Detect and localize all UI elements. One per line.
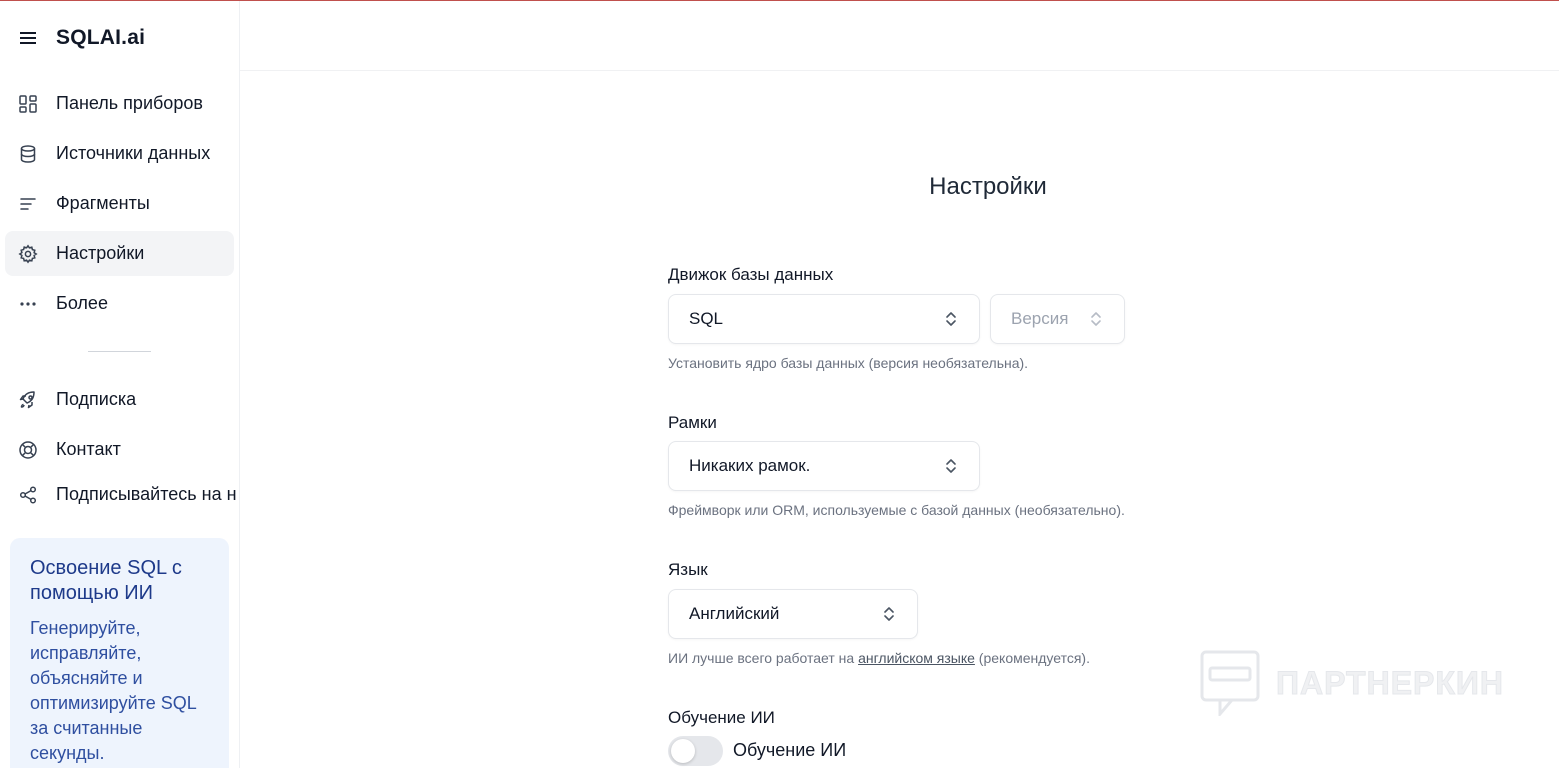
sidebar-divider <box>88 351 151 352</box>
language-hint-text: ИИ лучше всего работает на <box>668 650 859 666</box>
watermark-text: ПАРТНЕРКИН <box>1275 664 1505 701</box>
brand-title[interactable]: SQLAI.ai <box>56 26 145 50</box>
chevron-up-down-icon <box>881 604 897 624</box>
watermark: ПАРТНЕРКИН <box>1200 650 1504 716</box>
sidebar-item-more[interactable]: Более <box>5 281 234 326</box>
sidebar-item-label: Настройки <box>56 243 145 263</box>
gear-icon <box>17 243 39 265</box>
hamburger-menu-icon[interactable] <box>18 28 38 48</box>
sidebar-item-dashboard[interactable]: Панель приборов <box>5 81 234 126</box>
lines-icon <box>17 193 39 215</box>
top-header <box>240 1 1559 71</box>
chevron-up-down-icon <box>943 456 959 476</box>
version-select-placeholder: Версия <box>1011 309 1069 328</box>
language-hint: ИИ лучше всего работает на английском яз… <box>668 650 1090 666</box>
english-language-link[interactable]: английском языке <box>858 650 975 666</box>
ai-training-label: Обучение ИИ <box>668 708 775 727</box>
share-icon <box>17 484 39 506</box>
toggle-knob <box>671 739 695 763</box>
promo-card[interactable]: Освоение SQL с помощью ИИ Генерируйте, и… <box>10 538 229 768</box>
more-icon <box>17 293 39 315</box>
sidebar-item-label: Панель приборов <box>56 93 203 113</box>
promo-body: Генерируйте, исправляйте, объясняйте и о… <box>30 618 197 763</box>
engine-hint: Установить ядро базы данных (версия необ… <box>668 355 1029 371</box>
sidebar-item-label: Фрагменты <box>56 193 150 213</box>
framework-select[interactable]: Никаких рамок. <box>668 441 980 491</box>
framework-select-value: Никаких рамок. <box>689 456 811 475</box>
lifebuoy-icon <box>17 439 39 461</box>
engine-select-value: SQL <box>689 309 724 328</box>
ai-training-toggle[interactable] <box>668 736 723 766</box>
chevron-up-down-icon <box>943 309 959 329</box>
language-label: Язык <box>668 560 708 579</box>
sidebar-item-label: Подписывайтесь на н <box>56 484 237 504</box>
sidebar-item-label: Источники данных <box>56 143 211 163</box>
engine-label: Движок базы данных <box>668 265 834 284</box>
sidebar-item-snippets[interactable]: Фрагменты <box>5 181 234 226</box>
language-hint-suffix: (рекомендуется). <box>974 650 1090 666</box>
promo-title: Освоение SQL с помощью ИИ <box>30 557 182 604</box>
engine-select[interactable]: SQL <box>668 294 980 344</box>
version-select[interactable]: Версия <box>990 294 1125 344</box>
sidebar-item-data-sources[interactable]: Источники данных <box>5 131 234 176</box>
sidebar-item-follow[interactable]: Подписывайтесь на н <box>5 472 237 517</box>
chevron-up-down-icon <box>1088 309 1104 329</box>
dashboard-icon <box>17 93 39 115</box>
sidebar-item-label: Более <box>56 293 108 313</box>
language-select-value: Английский <box>689 604 780 623</box>
sidebar-item-label: Подписка <box>56 389 137 409</box>
page-title: Настройки <box>929 173 1047 200</box>
sidebar-item-subscription[interactable]: Подписка <box>5 377 234 422</box>
database-icon <box>17 143 39 165</box>
sidebar: SQLAI.ai Панель приборов Источники данны… <box>0 1 240 768</box>
sidebar-item-contact[interactable]: Контакт <box>5 427 234 472</box>
rocket-icon <box>17 389 39 411</box>
sidebar-item-settings[interactable]: Настройки <box>5 231 234 276</box>
sidebar-item-label: Контакт <box>56 439 121 459</box>
watermark-logo-icon <box>1200 650 1260 716</box>
framework-label: Рамки <box>668 413 717 432</box>
ai-training-toggle-label[interactable]: Обучение ИИ <box>733 740 846 761</box>
language-select[interactable]: Английский <box>668 589 918 639</box>
brand: SQLAI.ai <box>18 23 145 53</box>
framework-hint: Фреймворк или ORM, используемые с базой … <box>668 502 1125 518</box>
